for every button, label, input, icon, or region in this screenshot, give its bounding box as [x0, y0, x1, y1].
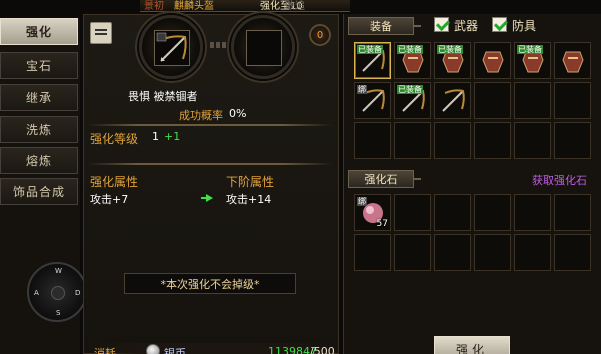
stone-slot[interactable]	[554, 234, 591, 271]
stone-slot[interactable]	[474, 234, 511, 271]
armor-icon	[558, 46, 587, 75]
item-tag: 已装备	[397, 45, 423, 54]
stone-slot[interactable]	[434, 194, 471, 231]
joystick-knob[interactable]	[51, 286, 65, 300]
silver-coin-icon	[146, 344, 160, 354]
next-attr-value: 攻击+14	[226, 193, 272, 206]
item-tag: 绑	[357, 85, 367, 94]
title-strip: 景初 麒麟头盔 强化至10 敢追	[140, 0, 350, 12]
bow-icon	[438, 86, 467, 115]
equipment-slot[interactable]	[394, 122, 431, 159]
tab-gem[interactable]: 宝石	[0, 52, 78, 79]
cost-row: 消耗 银币 1139847 /500	[90, 343, 335, 354]
target-slot-inner	[246, 30, 282, 66]
cost-label: 消耗	[94, 347, 116, 354]
weapon-checkbox[interactable]	[434, 17, 449, 32]
item-tag: 已装备	[397, 85, 423, 94]
virtual-joystick[interactable]: W S A D	[27, 262, 87, 322]
enhance-notice: *本次强化不会掉级*	[124, 273, 296, 294]
equipment-slot[interactable]	[554, 122, 591, 159]
item-tag: 绑	[357, 197, 367, 206]
stone-slot[interactable]	[394, 194, 431, 231]
armor-checkbox[interactable]	[492, 17, 507, 32]
tab-smelt[interactable]: 熔炼	[0, 147, 78, 174]
joystick-s: S	[56, 309, 61, 317]
equipment-slot[interactable]: 绑	[354, 82, 391, 119]
tab-enhance[interactable]: 强化	[0, 18, 78, 45]
count-badge: 0	[309, 24, 331, 46]
bow-icon	[156, 32, 187, 62]
equipment-slot[interactable]	[434, 82, 471, 119]
currency-need: /500	[310, 345, 335, 354]
current-attr-value: 攻击+7	[90, 193, 129, 206]
stone-slot[interactable]: 绑 57	[354, 194, 391, 231]
enhance-button[interactable]: 强化	[434, 336, 510, 354]
cut-title: 敢追	[285, 1, 305, 12]
tab-refine[interactable]: 洗炼	[0, 116, 78, 143]
item-tag: 已装备	[437, 45, 463, 54]
success-rate-label: 成功概率	[179, 109, 223, 122]
armor-filter-label: 防具	[512, 19, 537, 33]
stone-slot[interactable]	[514, 234, 551, 271]
equipment-slot[interactable]	[474, 82, 511, 119]
equipment-slot[interactable]	[474, 42, 511, 79]
enhance-level-label: 强化等级	[90, 132, 139, 146]
divider	[88, 124, 332, 126]
arrow-right-icon	[201, 194, 213, 202]
tab-inherit[interactable]: 继承	[0, 84, 78, 111]
stone-slot[interactable]	[354, 234, 391, 271]
joystick-w: W	[55, 267, 62, 275]
divider	[88, 163, 332, 165]
enhance-panel: 0 畏惧 被禁锢者 成功概率 0% 强化等级 1 +1 强化属性 下阶属性 攻击…	[83, 14, 339, 354]
equipment-slot[interactable]	[514, 122, 551, 159]
equipment-slot[interactable]: 已装备	[354, 42, 391, 79]
equipment-slot[interactable]	[554, 42, 591, 79]
stone-slot[interactable]	[554, 194, 591, 231]
stone-header: 强化石	[348, 170, 421, 188]
equipment-slot[interactable]: 已装备	[514, 42, 551, 79]
stone-slot[interactable]	[434, 234, 471, 271]
equipment-header: 装备	[348, 17, 421, 35]
equipment-slot[interactable]: 已装备	[394, 82, 431, 119]
tab-accessory-synthesis[interactable]: 饰品合成	[0, 178, 78, 205]
equipment-slot[interactable]	[554, 82, 591, 119]
weapon-filter-label: 武器	[454, 19, 479, 33]
equipment-grid: 已装备 已装备 已装备 已装备绑已装备	[354, 42, 591, 159]
item-tag: 已装备	[357, 45, 383, 54]
item-title: 麒麟头盔	[174, 1, 214, 12]
stone-slot[interactable]	[474, 194, 511, 231]
armor-icon	[478, 46, 507, 75]
rank-label: 景初	[144, 1, 164, 12]
equipment-slot[interactable]	[514, 82, 551, 119]
equipment-slot[interactable]	[354, 122, 391, 159]
joystick-a: A	[34, 289, 39, 297]
next-attr-header: 下阶属性	[226, 175, 275, 189]
current-attr-header: 强化属性	[90, 175, 139, 189]
currency-name: 银币	[164, 347, 186, 354]
equipment-slot[interactable]: 已装备	[394, 42, 431, 79]
joystick-d: D	[75, 289, 81, 297]
item-name: 畏惧 被禁锢者	[128, 90, 198, 103]
equipment-slot[interactable]	[474, 122, 511, 159]
stone-grid: 绑 57	[354, 194, 591, 271]
stone-slot[interactable]	[514, 194, 551, 231]
target-slot[interactable]	[231, 15, 295, 79]
inventory-panel: 装备 武器 防具 已装备 已装备 已装备 已装备绑已装备 强化石 获取强化石 绑 57 …	[343, 14, 601, 354]
equipment-slot[interactable]: 已装备	[434, 42, 471, 79]
enhance-level-value: 1	[152, 130, 159, 143]
equipment-slot[interactable]	[434, 122, 471, 159]
success-rate-value: 0%	[229, 107, 247, 120]
notebook-icon[interactable]	[90, 22, 112, 44]
stone-slot[interactable]	[394, 234, 431, 271]
enhance-level-bonus: +1	[164, 130, 181, 143]
item-slot-inner	[154, 30, 190, 66]
get-stone-link[interactable]: 获取强化石	[532, 172, 587, 188]
stone-quantity: 57	[376, 219, 388, 229]
item-slot[interactable]	[139, 15, 203, 79]
item-tag: 已装备	[517, 45, 543, 54]
